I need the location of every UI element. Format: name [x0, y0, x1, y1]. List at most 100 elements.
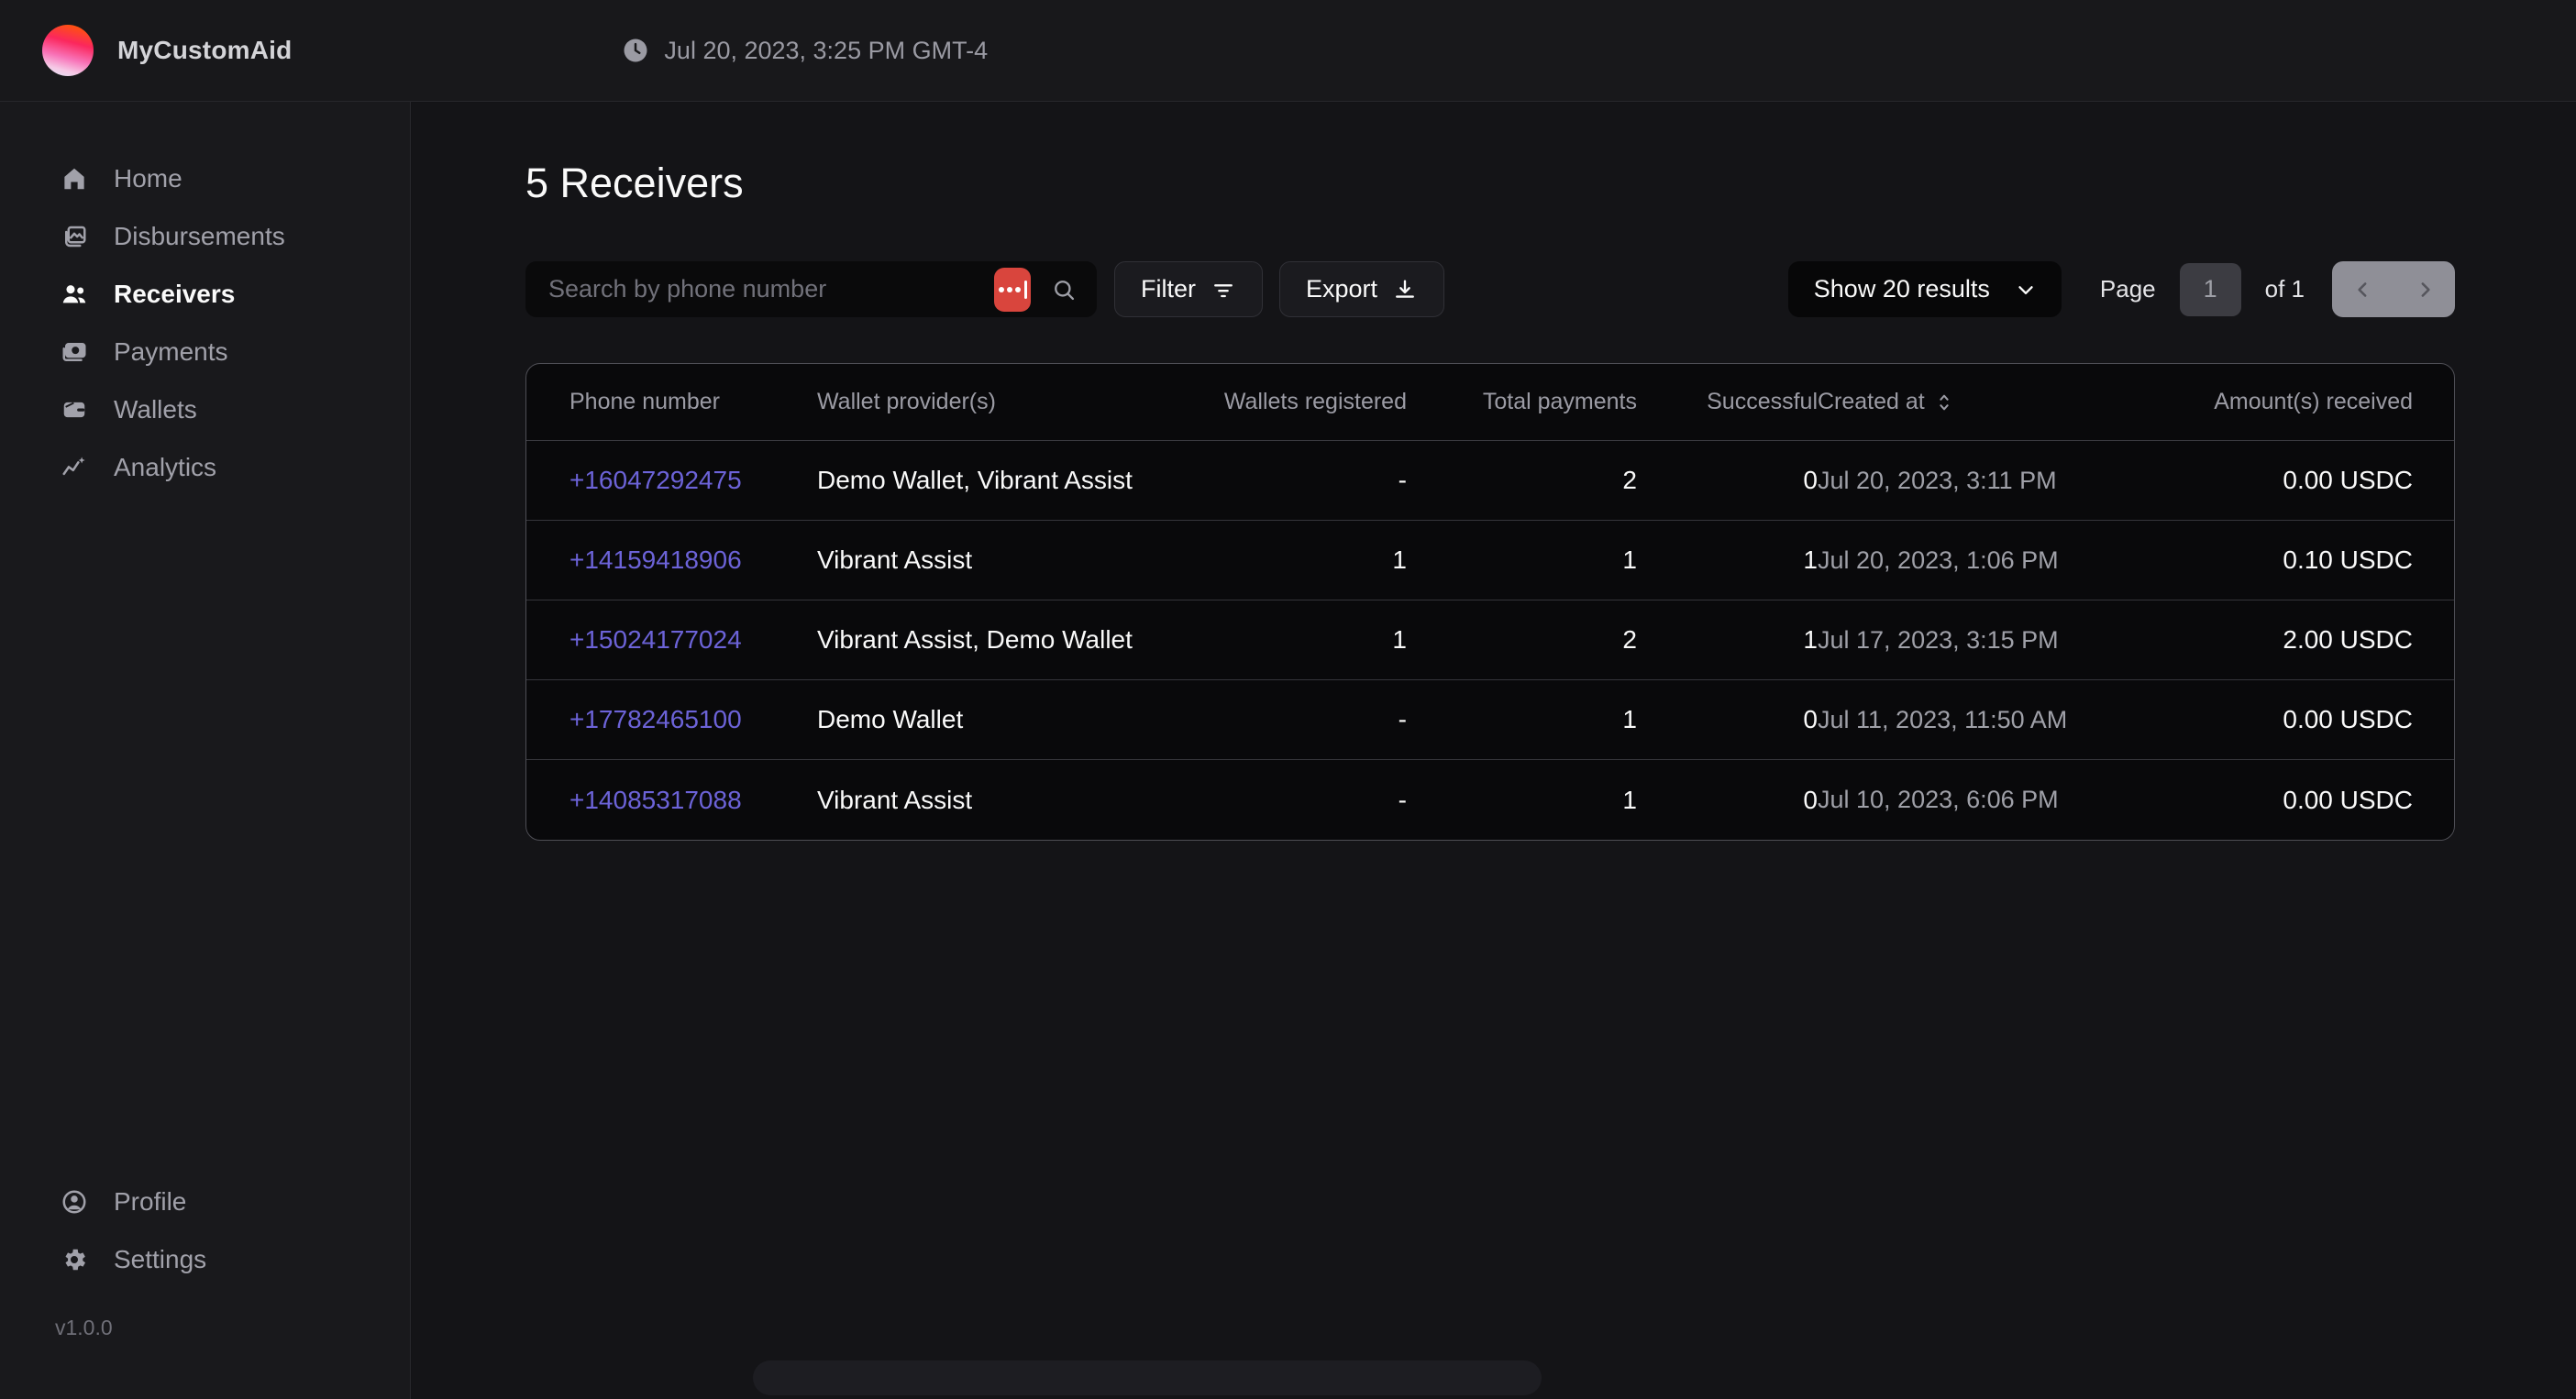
created-at-cell: Jul 20, 2023, 1:06 PM [1818, 546, 2183, 575]
table-row: +17782465100 Demo Wallet - 1 0 Jul 11, 2… [526, 680, 2454, 760]
successful-cell: 0 [1637, 705, 1818, 734]
sidebar-item-home[interactable]: Home [0, 149, 410, 207]
sidebar-item-label: Disbursements [114, 222, 285, 251]
filter-button[interactable]: Filter [1114, 261, 1263, 317]
phone-link[interactable]: +15024177024 [569, 625, 817, 655]
pagination-controls: Show 20 results Page of 1 [1788, 261, 2455, 317]
sidebar-item-disbursements[interactable]: Disbursements [0, 207, 410, 265]
page-label: Page [2100, 275, 2156, 303]
col-successful: Successful [1637, 389, 1818, 415]
sidebar: Home Disbursements Receivers Payments Wa… [0, 102, 411, 1399]
phone-link[interactable]: +14159418906 [569, 545, 817, 575]
password-manager-icon[interactable] [994, 268, 1031, 312]
filter-button-label: Filter [1141, 275, 1196, 303]
show-results-label: Show 20 results [1814, 275, 1990, 303]
amount-cell: 0.00 USDC [2183, 786, 2413, 815]
successful-cell: 1 [1637, 545, 1818, 575]
sidebar-item-profile[interactable]: Profile [0, 1173, 410, 1230]
app-title: MyCustomAid [117, 36, 292, 65]
timestamp-wrap: Jul 20, 2023, 3:25 PM GMT-4 [622, 37, 988, 65]
sidebar-item-label: Wallets [114, 395, 197, 424]
filter-icon [1211, 277, 1236, 303]
export-button-label: Export [1306, 275, 1377, 303]
search-icon[interactable] [1051, 277, 1077, 303]
current-datetime: Jul 20, 2023, 3:25 PM GMT-4 [664, 37, 988, 65]
pager [2332, 261, 2455, 317]
created-at-cell: Jul 11, 2023, 11:50 AM [1818, 706, 2183, 734]
total-payments-cell: 1 [1407, 786, 1637, 815]
amount-cell: 2.00 USDC [2183, 625, 2413, 655]
wallet-providers-cell: Demo Wallet, Vibrant Assist [817, 466, 1182, 495]
successful-cell: 0 [1637, 466, 1818, 495]
sort-icon[interactable] [1934, 392, 1954, 413]
prev-page-button[interactable] [2332, 261, 2394, 317]
settings-icon [59, 1244, 90, 1275]
created-at-cell: Jul 10, 2023, 6:06 PM [1818, 786, 2183, 814]
receivers-table: Phone number Wallet provider(s) Wallets … [525, 363, 2455, 841]
wallets-registered-cell: - [1182, 466, 1407, 495]
total-payments-cell: 1 [1407, 705, 1637, 734]
phone-link[interactable]: +14085317088 [569, 786, 817, 815]
total-payments-cell: 1 [1407, 545, 1637, 575]
col-wallet-providers: Wallet provider(s) [817, 389, 1182, 415]
sidebar-item-payments[interactable]: Payments [0, 323, 410, 380]
amount-cell: 0.00 USDC [2183, 705, 2413, 734]
sidebar-item-label: Payments [114, 337, 228, 367]
chevron-down-icon [2014, 278, 2038, 302]
show-results-select[interactable]: Show 20 results [1788, 261, 2062, 317]
page-number-input[interactable] [2180, 263, 2241, 316]
topbar: MyCustomAid Jul 20, 2023, 3:25 PM GMT-4 [0, 0, 2576, 102]
col-amounts-received: Amount(s) received [2183, 389, 2413, 415]
sidebar-item-settings[interactable]: Settings [0, 1230, 410, 1288]
total-payments-cell: 2 [1407, 625, 1637, 655]
table-row: +15024177024 Vibrant Assist, Demo Wallet… [526, 600, 2454, 680]
sidebar-item-label: Settings [114, 1245, 206, 1274]
profile-icon [59, 1186, 90, 1217]
sidebar-item-receivers[interactable]: Receivers [0, 265, 410, 323]
col-wallets-registered: Wallets registered [1182, 389, 1407, 415]
next-page-button[interactable] [2394, 261, 2455, 317]
sidebar-item-wallets[interactable]: Wallets [0, 380, 410, 438]
receivers-icon [59, 279, 90, 310]
payments-icon [59, 336, 90, 368]
search-input[interactable] [548, 275, 994, 303]
main-content: 5 Receivers Filter Export Show 2 [412, 103, 2576, 1399]
wallet-providers-cell: Vibrant Assist [817, 545, 1182, 575]
created-at-cell: Jul 17, 2023, 3:15 PM [1818, 626, 2183, 655]
total-payments-cell: 2 [1407, 466, 1637, 495]
page-of-label: of 1 [2265, 275, 2305, 303]
created-at-cell: Jul 20, 2023, 3:11 PM [1818, 467, 2183, 495]
horizontal-scrollbar[interactable] [753, 1360, 1542, 1395]
app-version: v1.0.0 [0, 1316, 410, 1340]
sidebar-item-analytics[interactable]: Analytics [0, 438, 410, 496]
phone-link[interactable]: +16047292475 [569, 466, 817, 495]
sidebar-item-label: Receivers [114, 280, 235, 309]
table-row: +14159418906 Vibrant Assist 1 1 1 Jul 20… [526, 521, 2454, 600]
page-title: 5 Receivers [525, 160, 744, 207]
wallets-icon [59, 394, 90, 425]
download-icon [1392, 277, 1418, 303]
successful-cell: 0 [1637, 786, 1818, 815]
sidebar-footer: Profile Settings v1.0.0 [0, 1173, 410, 1340]
sidebar-item-label: Home [114, 164, 182, 193]
search-box[interactable] [525, 261, 1097, 317]
wallet-providers-cell: Vibrant Assist [817, 786, 1182, 815]
wallets-registered-cell: 1 [1182, 545, 1407, 575]
amount-cell: 0.00 USDC [2183, 466, 2413, 495]
toolbar: Filter Export Show 20 results Page of 1 [525, 261, 2455, 317]
table-row: +14085317088 Vibrant Assist - 1 0 Jul 10… [526, 760, 2454, 840]
wallet-providers-cell: Vibrant Assist, Demo Wallet [817, 625, 1182, 655]
sidebar-item-label: Analytics [114, 453, 216, 482]
amount-cell: 0.10 USDC [2183, 545, 2413, 575]
col-phone-number: Phone number [569, 389, 817, 415]
successful-cell: 1 [1637, 625, 1818, 655]
disbursements-icon [59, 221, 90, 252]
clock-icon [622, 37, 649, 64]
col-total-payments: Total payments [1407, 389, 1637, 415]
col-created-at[interactable]: Created at [1818, 389, 2183, 415]
sidebar-nav: Home Disbursements Receivers Payments Wa… [0, 149, 410, 496]
wallets-registered-cell: - [1182, 705, 1407, 734]
app-logo [42, 25, 94, 76]
export-button[interactable]: Export [1279, 261, 1444, 317]
phone-link[interactable]: +17782465100 [569, 705, 817, 734]
